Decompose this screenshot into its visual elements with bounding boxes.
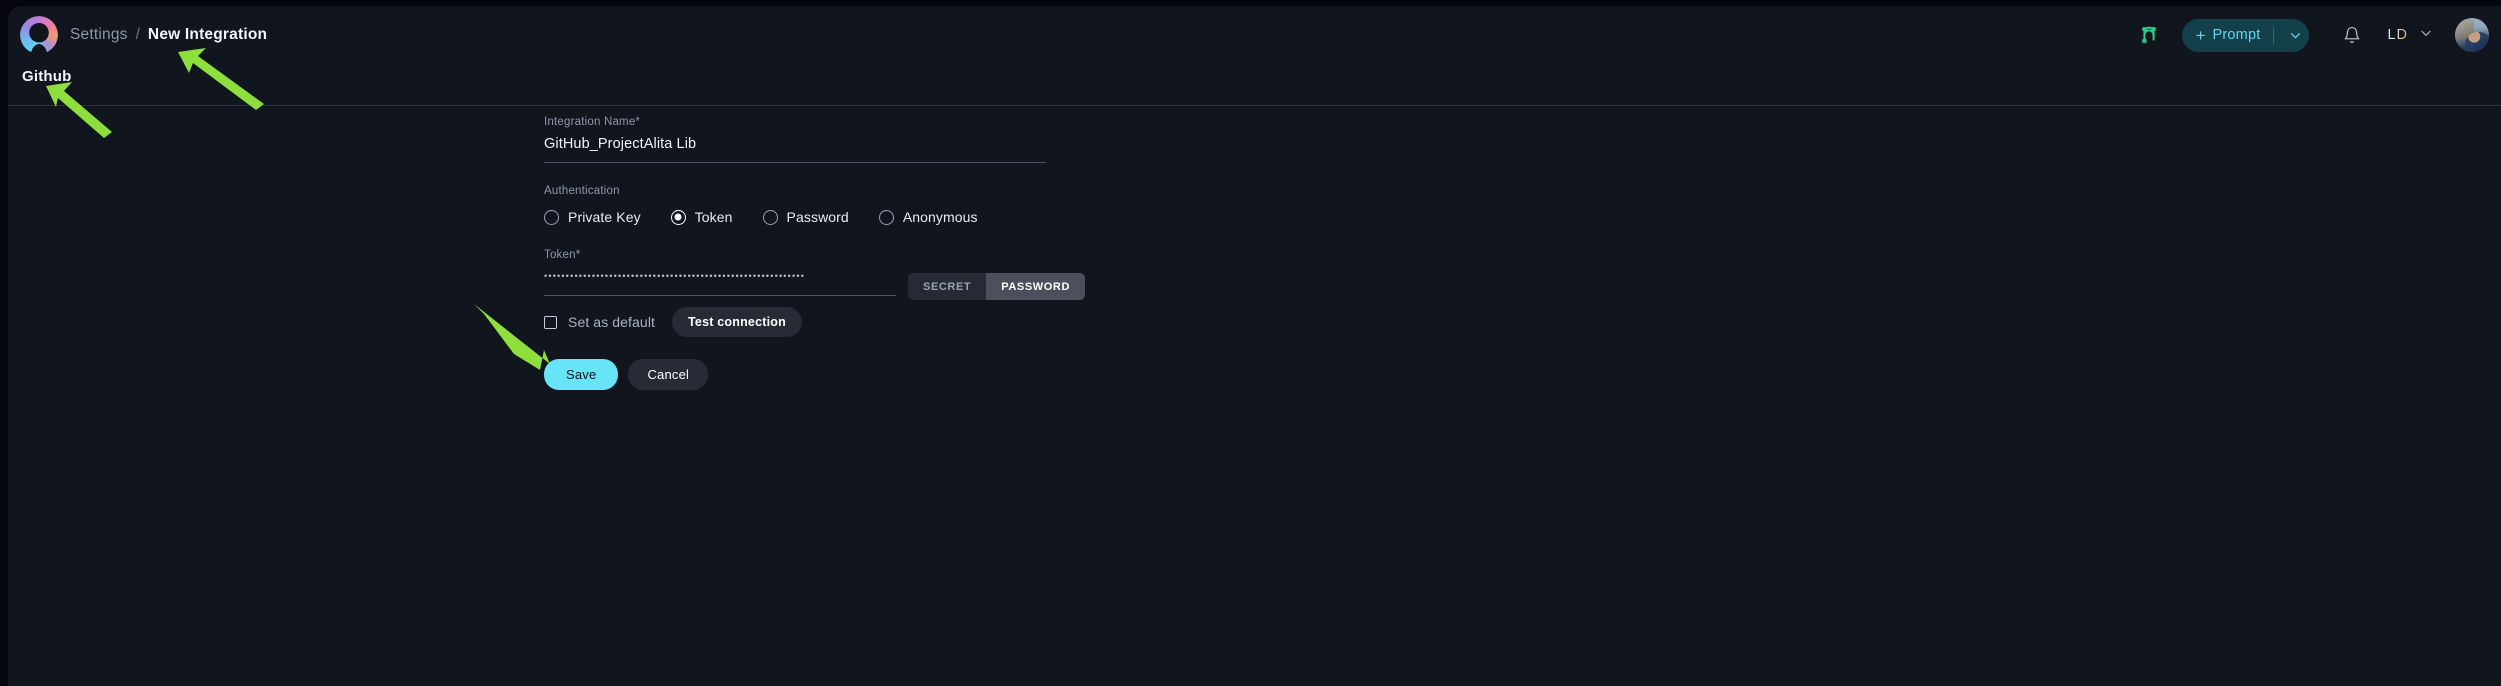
form-actions: Save Cancel — [544, 359, 709, 390]
token-field: Token* •••••••••••••••••••••••••••••••••… — [544, 249, 1085, 300]
authentication-radio-group: Private Key Token Password Anonymous — [544, 209, 1046, 225]
radio-password[interactable]: Password — [762, 209, 849, 225]
radio-circle-icon[interactable] — [544, 209, 559, 225]
breadcrumb-separator: / — [135, 26, 140, 43]
avatar[interactable] — [2455, 18, 2489, 52]
app-header: Settings / New Integration + Prompt LD — [8, 6, 2501, 64]
alita-logo-icon[interactable] — [20, 16, 58, 57]
required-asterisk: * — [575, 249, 581, 261]
page-title: Github — [22, 68, 72, 85]
connection-plug-icon[interactable] — [2132, 18, 2166, 52]
radio-label: Anonymous — [902, 209, 978, 225]
toggle-password-option[interactable]: PASSWORD — [986, 273, 1085, 300]
chevron-down-icon[interactable] — [2419, 26, 2433, 45]
set-as-default-checkbox[interactable] — [544, 315, 557, 329]
set-as-default-label[interactable]: Set as default — [568, 314, 655, 330]
arrow-to-save-button — [474, 304, 550, 370]
radio-anonymous[interactable]: Anonymous — [878, 209, 978, 225]
prompt-divider — [2273, 26, 2275, 44]
authentication-label: Authentication — [544, 185, 620, 197]
integration-form: Integration Name* GitHub_ProjectAlita Li… — [544, 116, 1085, 390]
integration-name-input[interactable]: GitHub_ProjectAlita Lib — [544, 136, 1046, 162]
breadcrumb-settings-link[interactable]: Settings — [70, 26, 128, 44]
breadcrumb-current: New Integration — [147, 26, 268, 43]
chevron-down-icon[interactable] — [2285, 29, 2305, 42]
radio-private-key[interactable]: Private Key — [544, 209, 641, 225]
app-window: Settings / New Integration + Prompt LD G… — [8, 6, 2501, 686]
notification-bell-icon[interactable] — [2337, 20, 2367, 50]
new-prompt-button[interactable]: + Prompt — [2181, 18, 2310, 52]
radio-label: Password — [786, 209, 849, 225]
token-input[interactable]: ••••••••••••••••••••••••••••••••••••••••… — [544, 269, 896, 295]
token-label-text: Token — [544, 249, 576, 261]
breadcrumb: Settings / New Integration — [70, 26, 267, 44]
cancel-button[interactable]: Cancel — [628, 359, 709, 390]
integration-name-label-text: Integration Name — [544, 116, 636, 128]
authentication-field: Authentication Private Key Token Passwor… — [544, 185, 1046, 225]
options-row: Set as default Test connection — [544, 307, 802, 337]
plus-icon: + — [2195, 25, 2206, 45]
header-actions: + Prompt LD — [2132, 6, 2489, 64]
token-label: Token* — [544, 249, 1046, 261]
integration-name-field[interactable]: Integration Name* GitHub_ProjectAlita Li… — [544, 116, 1046, 163]
user-menu[interactable]: LD — [2387, 26, 2433, 45]
required-asterisk: * — [635, 116, 641, 128]
save-button[interactable]: Save — [544, 359, 619, 390]
radio-label: Private Key — [568, 209, 641, 225]
radio-circle-icon[interactable] — [878, 209, 894, 225]
radio-token[interactable]: Token — [670, 209, 733, 225]
token-underline — [544, 295, 896, 296]
token-type-toggle: SECRET PASSWORD — [908, 273, 1085, 300]
radio-circle-selected-icon[interactable] — [670, 209, 686, 225]
header-divider — [8, 105, 2501, 106]
user-initials: LD — [2387, 27, 2408, 43]
integration-name-label: Integration Name* — [544, 116, 1046, 128]
integration-name-underline — [544, 162, 1046, 163]
prompt-button-label: Prompt — [2212, 27, 2261, 43]
arrow-to-github-title — [46, 82, 112, 138]
radio-circle-icon[interactable] — [762, 209, 778, 225]
radio-label: Token — [694, 209, 733, 225]
test-connection-button[interactable]: Test connection — [672, 307, 802, 337]
toggle-secret-option[interactable]: SECRET — [908, 273, 987, 300]
